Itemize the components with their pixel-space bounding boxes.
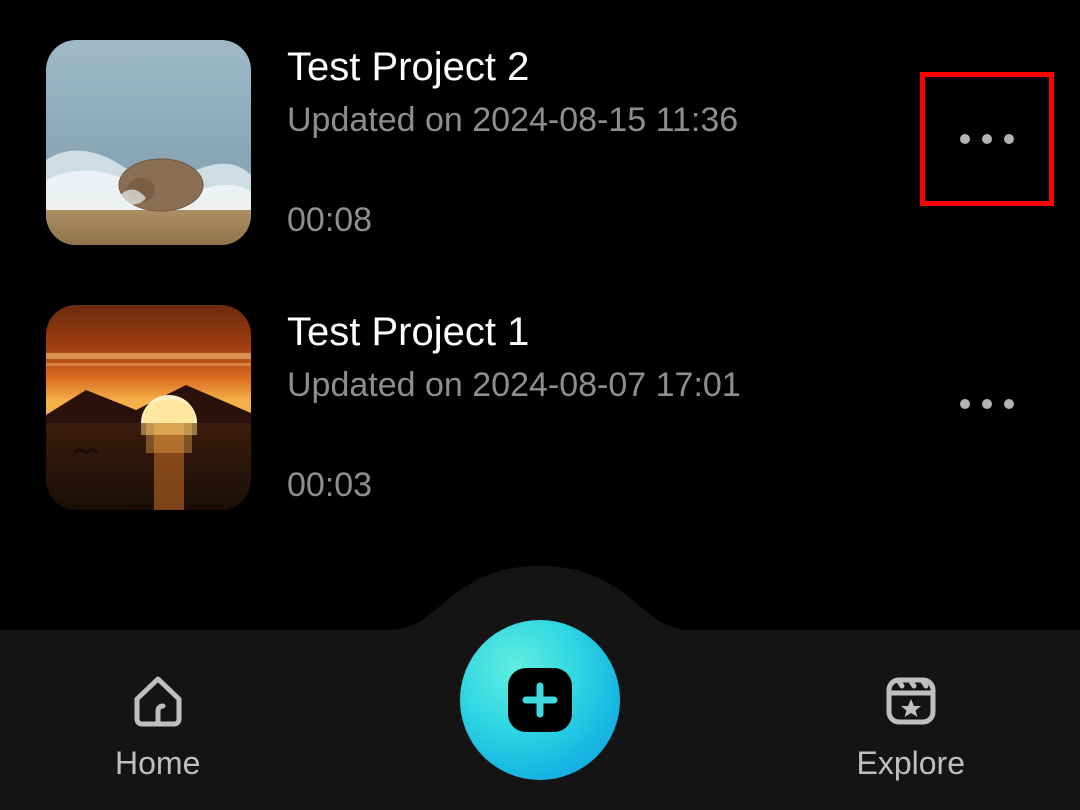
project-thumbnail[interactable] xyxy=(46,40,251,245)
create-button[interactable] xyxy=(460,620,620,780)
project-thumbnail[interactable] xyxy=(46,305,251,510)
home-icon xyxy=(127,669,189,731)
project-row[interactable]: Test Project 2 Updated on 2024-08-15 11:… xyxy=(46,40,1034,245)
project-row[interactable]: Test Project 1 Updated on 2024-08-07 17:… xyxy=(46,305,1034,510)
project-more-button[interactable] xyxy=(920,72,1054,206)
more-icon xyxy=(960,134,1014,144)
nav-explore-label: Explore xyxy=(857,745,966,782)
project-more-button[interactable] xyxy=(920,337,1054,471)
projects-list: Test Project 2 Updated on 2024-08-15 11:… xyxy=(0,0,1080,510)
nav-home[interactable]: Home xyxy=(115,669,200,782)
more-icon xyxy=(960,399,1014,409)
nav-home-label: Home xyxy=(115,745,200,782)
nav-explore[interactable]: Explore xyxy=(857,669,966,782)
project-duration: 00:08 xyxy=(287,201,1034,240)
project-duration: 00:03 xyxy=(287,466,1034,505)
plus-icon xyxy=(508,668,572,732)
explore-icon xyxy=(880,669,942,731)
bottom-nav: Home Explore xyxy=(0,630,1080,810)
